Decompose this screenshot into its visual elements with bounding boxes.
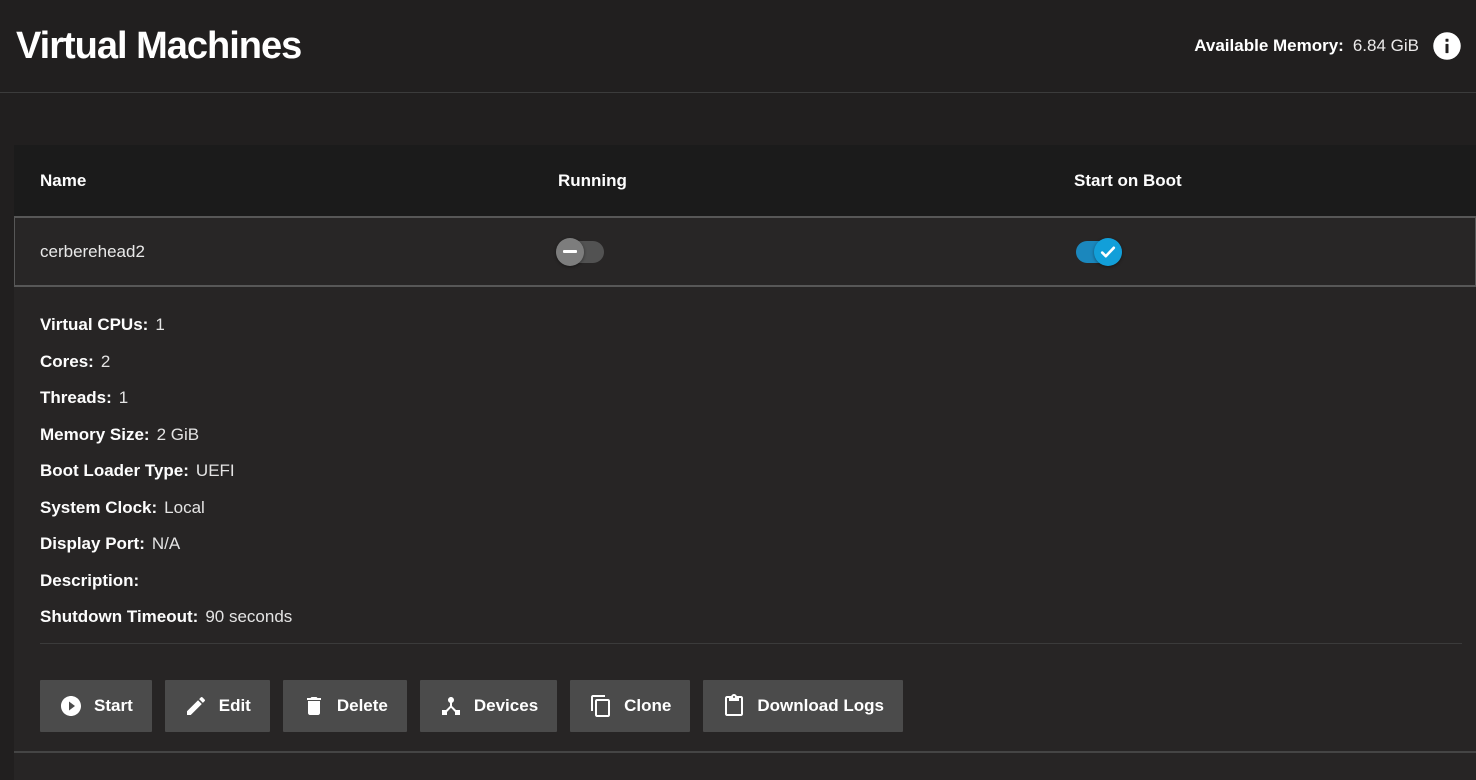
start-button[interactable]: Start [40,680,152,732]
download-logs-button[interactable]: Download Logs [703,680,903,732]
running-toggle[interactable] [558,238,606,266]
detail-description: Description: [40,563,1476,600]
minus-icon [563,250,577,253]
vm-name: cerberehead2 [40,242,558,262]
check-icon [1099,243,1117,261]
table-row[interactable]: cerberehead2 [14,216,1476,287]
detail-system-clock: System Clock:Local [40,490,1476,527]
page-title: Virtual Machines [16,25,301,68]
edit-button[interactable]: Edit [165,680,270,732]
clone-button[interactable]: Clone [570,680,690,732]
action-buttons: Start Edit Delete Devices Clone Download… [40,680,1476,732]
vm-details: Virtual CPUs:1 Cores:2 Threads:1 Memory … [14,287,1476,636]
app-header: Virtual Machines Available Memory: 6.84 … [0,0,1476,93]
column-header-running: Running [558,171,1074,191]
device-hub-icon [439,694,463,718]
trash-icon [302,694,326,718]
pencil-icon [184,694,208,718]
delete-button[interactable]: Delete [283,680,407,732]
available-memory-value: 6.84 GiB [1353,36,1419,56]
column-header-start-on-boot: Start on Boot [1074,171,1476,191]
details-divider [40,643,1462,644]
detail-shutdown-timeout: Shutdown Timeout:90 seconds [40,599,1476,636]
detail-virtual-cpus: Virtual CPUs:1 [40,307,1476,344]
detail-display-port: Display Port:N/A [40,526,1476,563]
clipboard-icon [722,694,746,718]
available-memory: Available Memory: 6.84 GiB [1194,31,1462,61]
detail-boot-loader-type: Boot Loader Type:UEFI [40,453,1476,490]
toggle-thumb [1094,238,1122,266]
detail-threads: Threads:1 [40,380,1476,417]
clone-icon [589,694,613,718]
column-header-name: Name [40,171,558,191]
vm-table-card: Name Running Start on Boot cerberehead2 [14,145,1476,780]
devices-button[interactable]: Devices [420,680,557,732]
detail-cores: Cores:2 [40,344,1476,381]
available-memory-label: Available Memory: [1194,36,1344,56]
row-bottom-divider [14,751,1476,753]
info-icon[interactable] [1432,31,1462,61]
table-header-row: Name Running Start on Boot [14,145,1476,216]
play-circle-icon [59,694,83,718]
toggle-thumb [556,238,584,266]
detail-memory-size: Memory Size:2 GiB [40,417,1476,454]
start-on-boot-toggle[interactable] [1074,238,1122,266]
